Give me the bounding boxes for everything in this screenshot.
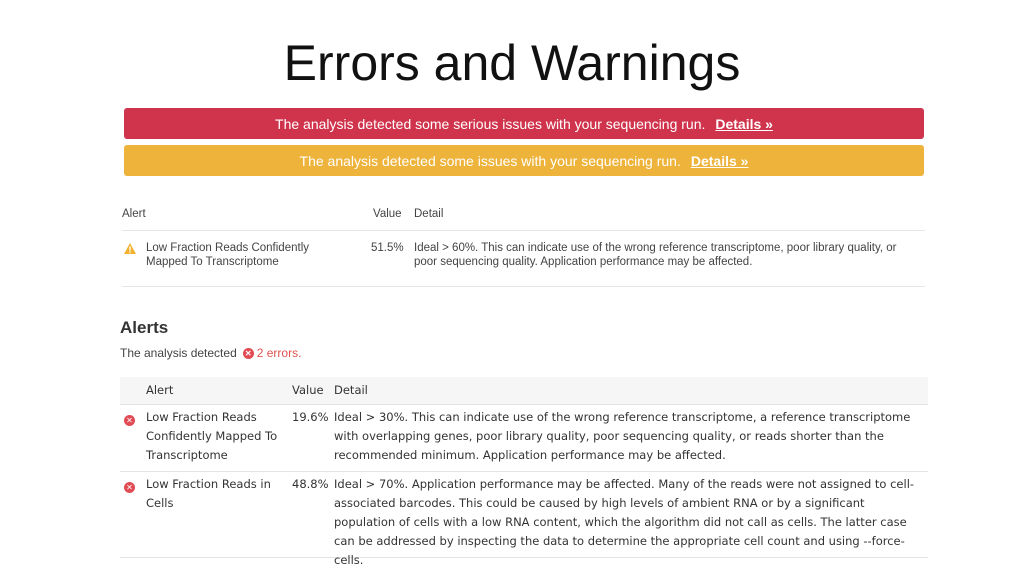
alert-name: Low Fraction Reads Confidently Mapped To… xyxy=(146,242,309,268)
table-row: Low Fraction Reads Confidently Mapped To… xyxy=(122,231,925,287)
error-x-icon: ✕ xyxy=(124,482,135,493)
table-row: ✕ Low Fraction Reads in Cells 48.8% Idea… xyxy=(120,472,928,567)
alert-value: 19.6% xyxy=(292,410,329,424)
col-detail-header: Detail xyxy=(414,208,444,220)
alert-detail: Ideal > 30%. This can indicate use of th… xyxy=(334,410,911,462)
warning-details-link[interactable]: Details » xyxy=(691,153,749,169)
page-title: Errors and Warnings xyxy=(283,35,741,91)
alert-detail: Ideal > 60%. This can indicate use of th… xyxy=(414,242,897,268)
alerts-table-header: Alert Value Detail xyxy=(120,377,928,405)
error-x-icon: ✕ xyxy=(124,415,135,426)
error-count: 2 errors. xyxy=(256,346,302,360)
error-details-link[interactable]: Details » xyxy=(715,116,773,132)
col-detail-header: Detail xyxy=(334,383,368,397)
alerts-heading: Alerts xyxy=(120,318,169,337)
alert-value: 48.8% xyxy=(292,477,329,491)
alert-value: 51.5% xyxy=(371,242,404,254)
col-value-header: Value xyxy=(373,208,402,220)
table-row: ✕ Low Fraction Reads Confidently Mapped … xyxy=(120,405,928,472)
alert-name: Low Fraction Reads in Cells xyxy=(146,477,271,510)
warning-banner: The analysis detected some issues with y… xyxy=(124,145,924,176)
col-alert-header: Alert xyxy=(146,383,174,397)
alert-detail: Ideal > 70%. Application performance may… xyxy=(334,477,915,567)
col-alert-header: Alert xyxy=(122,208,146,220)
warning-table: Alert Value Detail Low Fraction Reads Co… xyxy=(122,200,925,287)
alerts-table: Alert Value Detail ✕ Low Fraction Reads … xyxy=(120,377,928,567)
warning-banner-text: The analysis detected some issues with y… xyxy=(299,152,681,169)
warning-triangle-icon xyxy=(123,242,137,255)
warning-table-header: Alert Value Detail xyxy=(122,200,925,231)
error-banner: The analysis detected some serious issue… xyxy=(124,108,924,139)
alerts-summary: The analysis detected ✕ 2 errors. xyxy=(120,346,301,360)
error-x-icon: ✕ xyxy=(242,347,254,359)
error-banner-text: The analysis detected some serious issue… xyxy=(275,115,706,132)
col-value-header: Value xyxy=(292,383,324,397)
alerts-summary-prefix: The analysis detected xyxy=(120,346,237,360)
alert-name: Low Fraction Reads Confidently Mapped To… xyxy=(146,410,278,462)
